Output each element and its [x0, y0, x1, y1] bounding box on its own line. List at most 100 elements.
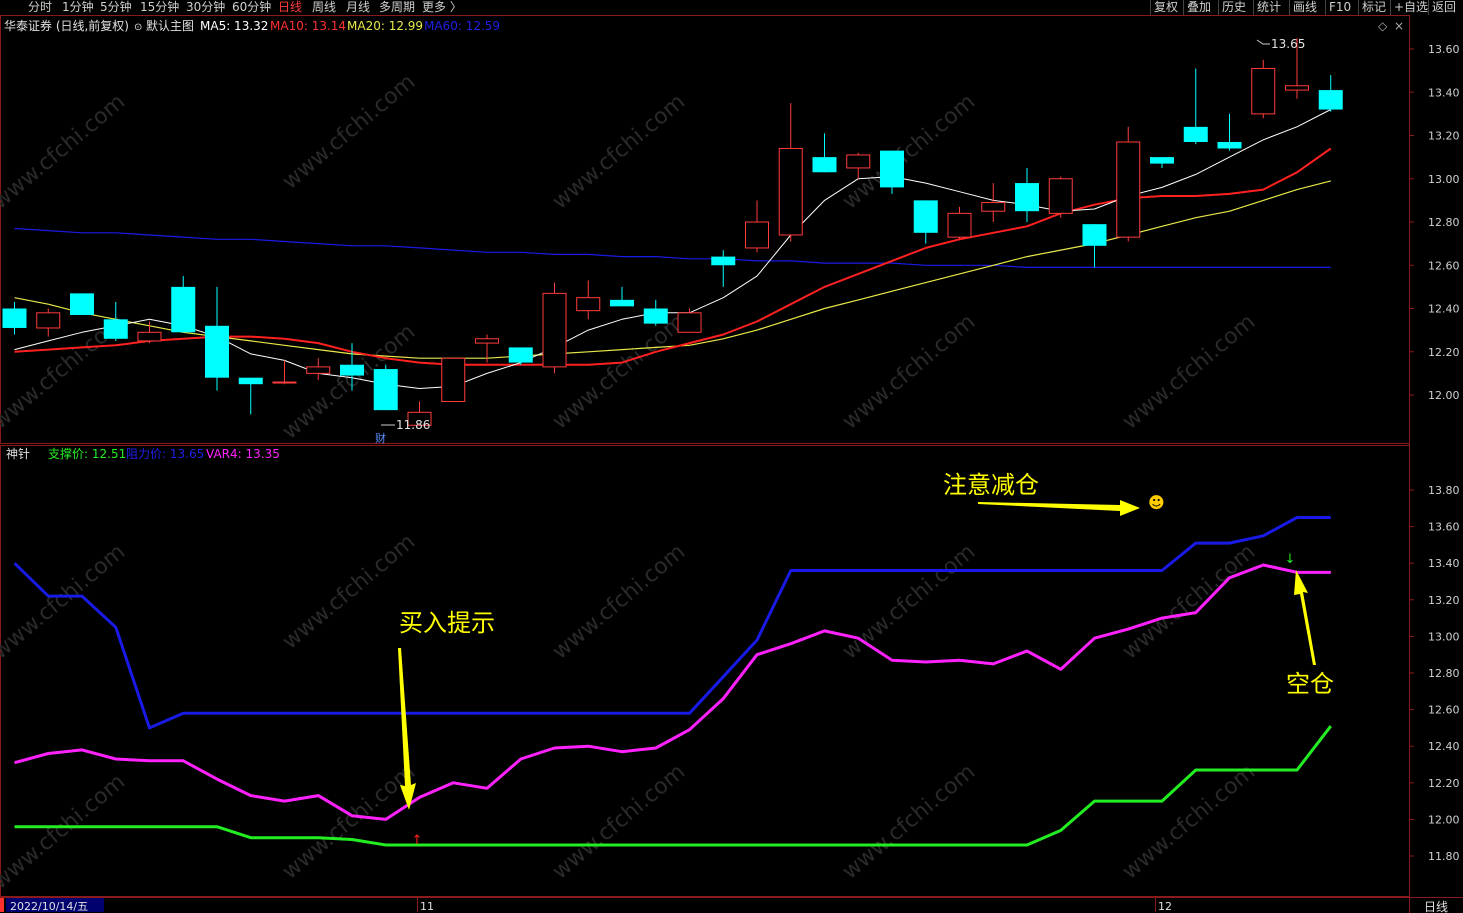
y-tick-label: 12.60 [1428, 704, 1460, 717]
indicator-name[interactable]: 神针 [6, 446, 30, 461]
candle-body [1217, 141, 1242, 149]
candle [880, 150, 904, 194]
candle-body [610, 299, 634, 307]
watermark-text: www.cfchi.com [0, 769, 130, 894]
candle [778, 103, 803, 242]
axis-start-marker [0, 898, 4, 912]
toolbar-button[interactable]: 叠加 [1187, 0, 1211, 14]
toolbar-button[interactable]: 历史 [1222, 0, 1246, 14]
y-tick-label: 11.80 [1428, 850, 1460, 863]
candle-body [306, 366, 331, 374]
month-12-label: 12 [1158, 900, 1172, 913]
timeframe-tab[interactable]: 15分钟 [140, 0, 179, 14]
candle-body [1015, 183, 1039, 212]
stock-title: 华泰证券 (日线,前复权) [4, 18, 129, 33]
candle-body [711, 256, 736, 266]
candle [947, 206, 972, 240]
watermark-text: www.cfchi.com [548, 759, 690, 884]
toolbar-button[interactable]: 画线 [1293, 0, 1317, 14]
candle-body [1318, 90, 1343, 110]
candle [36, 308, 61, 337]
candle-body [1082, 224, 1107, 246]
candle-body [205, 325, 229, 378]
toolbar-separator [1150, 0, 1151, 15]
watermark-text: www.cfchi.com [278, 69, 420, 194]
timeframe-tab[interactable]: 30分钟 [186, 0, 225, 14]
timeframe-tab[interactable]: 月线 [346, 0, 370, 14]
candle-body [677, 312, 702, 333]
candle [542, 282, 567, 374]
low-label: 11.86 [396, 418, 430, 432]
timeframe-tab[interactable]: 多周期 [379, 0, 415, 14]
candle [981, 183, 1006, 222]
y-tick-label: 12.40 [1428, 740, 1460, 753]
toolbar-button[interactable]: F10 [1329, 0, 1351, 14]
y-tick-label: 13.60 [1428, 43, 1460, 56]
candle [677, 308, 702, 333]
candle-body [1251, 67, 1276, 115]
candle-body [542, 292, 567, 368]
timeframe-tab[interactable]: 1分钟 [62, 0, 94, 14]
watermark-text: www.cfchi.com [548, 89, 690, 214]
watermark-text: www.cfchi.com [548, 539, 690, 664]
candle [70, 293, 94, 315]
toolbar: 分时 1分钟 5分钟 15分钟 30分钟 60分钟 日线 周线 月线 多周期 更多 〉 复权 叠加 历史统… [0, 0, 1463, 15]
candle-body [745, 221, 769, 249]
watermark-text: www.cfchi.com [838, 759, 980, 884]
candle-body [2, 308, 27, 328]
timeframe-tab[interactable]: 5分钟 [100, 0, 132, 14]
period-label[interactable]: 日线 [1424, 900, 1448, 913]
toolbar-separator [1253, 0, 1254, 15]
toolbar-button[interactable]: 返回 [1432, 0, 1456, 14]
timeframe-tab[interactable]: 日线 [278, 0, 302, 14]
y-tick-label: 12.60 [1428, 259, 1460, 272]
toolbar-separator [1428, 0, 1429, 15]
indicator-y-axis: 11.80 12.00 12.20 12.40 12.60 12.80 13.00 13.20… [1409, 484, 1460, 863]
y-tick-label: 13.40 [1428, 86, 1460, 99]
toolbar-button[interactable]: +自选 [1394, 0, 1428, 14]
candle [576, 280, 601, 320]
ma5-label: MA5: 13.32 [200, 19, 268, 33]
reduce-warning-text: 注意减仓 [943, 471, 1039, 499]
candle [103, 302, 128, 341]
candle [205, 286, 229, 391]
toolbar-separator [1390, 0, 1391, 15]
toolbar-button[interactable]: 标记 [1362, 0, 1386, 14]
candle-body [913, 200, 938, 233]
candle [1015, 167, 1039, 222]
close-icon[interactable]: × [1394, 19, 1404, 33]
candle-body [778, 147, 803, 236]
candle-body [171, 286, 196, 333]
template-name[interactable]: 默认主图 [146, 18, 194, 33]
toolbar-button[interactable]: 复权 [1154, 0, 1178, 14]
month-11-label: 11 [420, 900, 434, 913]
toolbar-button[interactable]: 统计 [1257, 0, 1281, 14]
smiley-icon: ☻ [1148, 493, 1165, 512]
candle [1048, 176, 1073, 218]
timeframe-tab[interactable]: 分时 [28, 0, 52, 14]
watermark-text: www.cfchi.com [0, 539, 130, 664]
toolbar-separator [1183, 0, 1184, 15]
timeframe-tab[interactable]: 60分钟 [232, 0, 271, 14]
toolbar-separator [1358, 0, 1359, 15]
candle-body [1116, 141, 1141, 238]
cai-marker[interactable]: 财 [375, 431, 386, 445]
ma60-label: MA60: 12.59 [424, 19, 500, 33]
timeframe-tab[interactable]: 周线 [312, 0, 336, 14]
resist-label: 阻力价: 13.65 [126, 447, 204, 461]
template-icon[interactable]: ⊙ [134, 22, 142, 33]
candle-body [643, 308, 668, 324]
high-label: 13.65 [1271, 37, 1305, 51]
candle [508, 347, 533, 365]
diamond-icon[interactable]: ◇ [1378, 19, 1388, 33]
timeframe-tab[interactable]: 更多 〉 [422, 0, 462, 14]
candle [441, 357, 466, 402]
candle [1183, 68, 1208, 145]
ma10-label: MA10: 13.14 [270, 19, 346, 33]
candle-body [1183, 126, 1208, 142]
candle-body [103, 319, 128, 339]
buy-signal-arrow-icon: ↑ [412, 833, 423, 848]
candle-body [373, 369, 398, 411]
reduce-arrow [978, 500, 1140, 516]
candle [1150, 157, 1174, 168]
